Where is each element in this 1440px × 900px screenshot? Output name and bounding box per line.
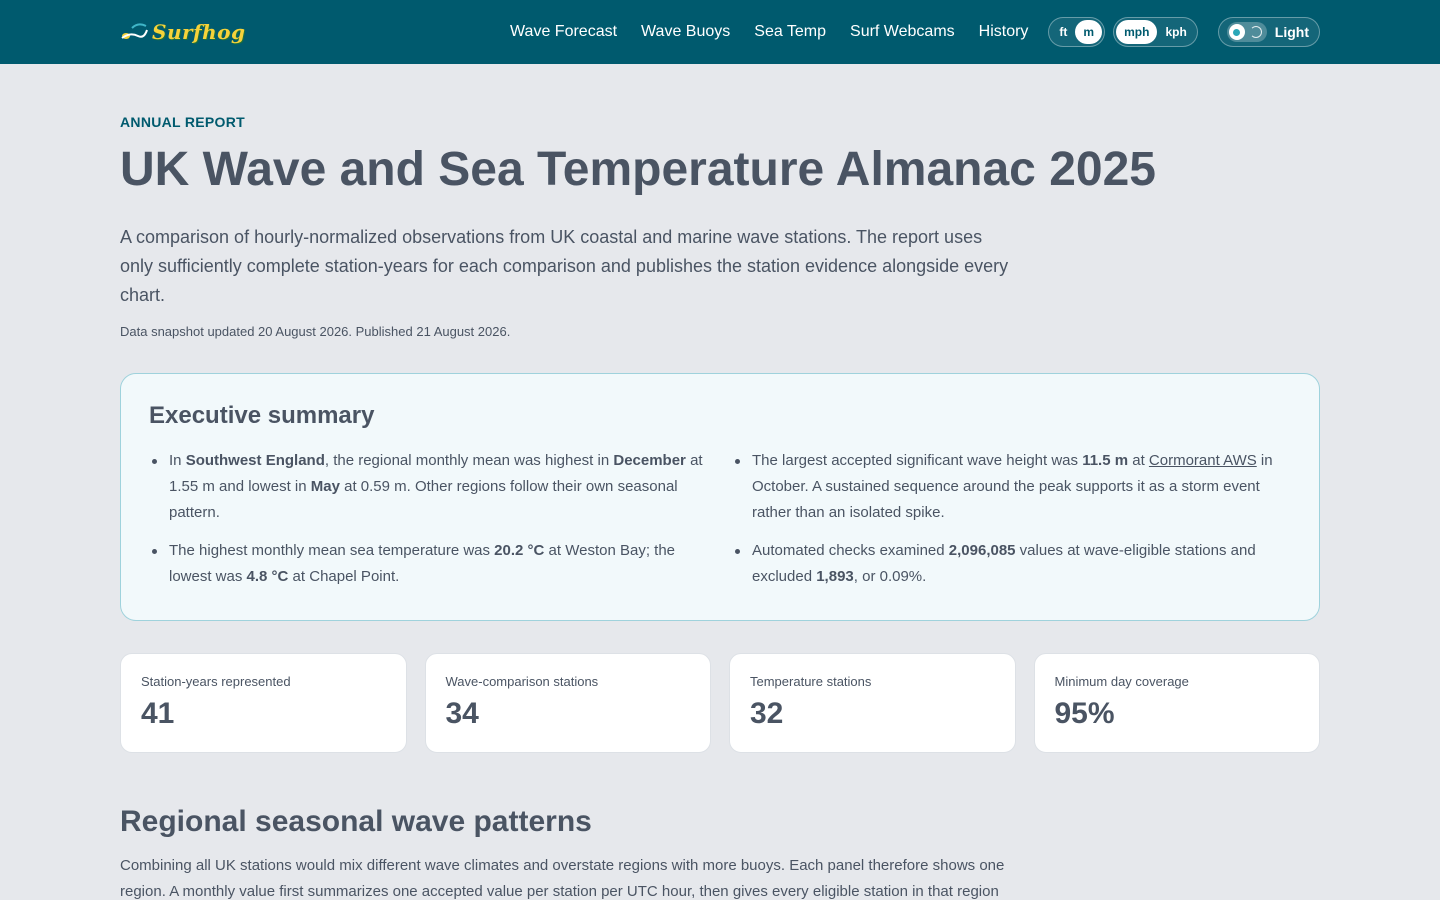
stat-value: 95% (1054, 696, 1115, 730)
theme-toggle-track[interactable] (1226, 22, 1267, 42)
main-nav: Wave Forecast Wave Buoys Sea Temp Surf W… (510, 23, 1028, 41)
report-eyebrow: ANNUAL REPORT (120, 114, 245, 130)
height-unit-toggle: ft m (1048, 17, 1106, 47)
unit-m-option[interactable]: m (1075, 20, 1103, 44)
stat-card: Station-years represented 41 (120, 652, 407, 753)
nav-history[interactable]: History (979, 23, 1029, 41)
speed-unit-toggle: mph kph (1113, 17, 1198, 47)
stat-card: Minimum day coverage 95% (1033, 652, 1320, 753)
unit-kph-option[interactable]: kph (1157, 20, 1194, 44)
theme-switch[interactable]: Light (1217, 17, 1320, 47)
summary-item-quality-checks: Automated checks examined 2,096,085 valu… (732, 538, 1291, 590)
section-heading-regional-patterns: Regional seasonal wave patterns (120, 804, 592, 838)
stat-label: Station-years represented (141, 673, 291, 689)
logo-wordmark: Surfhog (152, 20, 246, 44)
sun-icon (1228, 24, 1245, 40)
stat-value: 41 (141, 696, 175, 730)
stat-label: Wave-comparison stations (445, 673, 599, 689)
nav-sea-temp[interactable]: Sea Temp (754, 23, 826, 41)
publication-dates: Data snapshot updated 20 August 2026. Pu… (120, 323, 511, 339)
unit-mph-option[interactable]: mph (1116, 20, 1158, 44)
theme-label: Light (1274, 24, 1309, 40)
summary-item-seasonal-pattern: In Southwest England, the regional month… (149, 448, 708, 526)
top-navigation-bar: Surfhog Wave Forecast Wave Buoys Sea Tem… (0, 0, 1440, 64)
summary-column-right: The largest accepted significant wave he… (732, 448, 1291, 602)
report-content: ANNUAL REPORT UK Wave and Sea Temperatur… (0, 64, 1440, 900)
stat-label: Minimum day coverage (1054, 673, 1189, 689)
cormorant-aws-link[interactable]: Cormorant AWS (1149, 452, 1257, 469)
stat-card: Wave-comparison stations 34 (424, 652, 711, 753)
stat-value: 32 (750, 696, 784, 730)
moon-icon (1249, 26, 1262, 38)
summary-item-sea-temperature: The highest monthly mean sea temperature… (149, 538, 708, 590)
nav-wave-buoys[interactable]: Wave Buoys (641, 23, 730, 41)
unit-ft-option[interactable]: ft (1051, 20, 1075, 44)
stat-label: Temperature stations (750, 673, 872, 689)
nav-surf-webcams[interactable]: Surf Webcams (850, 23, 955, 41)
site-logo[interactable]: Surfhog (120, 12, 246, 52)
report-intro: A comparison of hourly-normalized observ… (120, 226, 1009, 305)
key-stats: Station-years represented 41 Wave-compar… (120, 652, 1320, 753)
page-title: UK Wave and Sea Temperature Almanac 2025 (120, 143, 1156, 196)
stat-value: 34 (445, 696, 479, 730)
section-description: Combining all UK stations would mix diff… (120, 856, 1005, 900)
executive-summary: Executive summary In Southwest England, … (120, 372, 1320, 621)
surfhog-wave-icon (120, 22, 148, 42)
summary-item-largest-wave: The largest accepted significant wave he… (732, 448, 1291, 526)
stat-card: Temperature stations 32 (729, 652, 1016, 753)
nav-wave-forecast[interactable]: Wave Forecast (510, 23, 617, 41)
summary-heading: Executive summary (149, 401, 375, 429)
summary-column-left: In Southwest England, the regional month… (149, 448, 708, 602)
